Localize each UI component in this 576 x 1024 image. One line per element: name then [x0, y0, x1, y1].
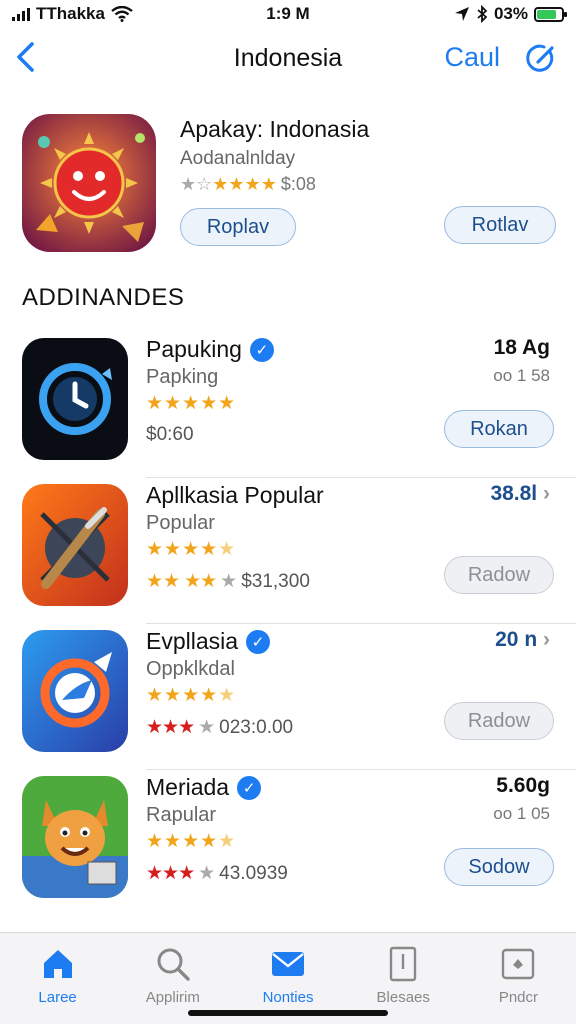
app-list: Papuking ✓ Papking ★★★★★ $0:60 18 Ag oo 1… [0, 332, 576, 916]
list-item[interactable]: Papuking ✓ Papking ★★★★★ $0:60 18 Ag oo 1… [0, 332, 576, 478]
list-item[interactable]: Meriada ✓ Rapular ★★★★★ ★★★ ★ 43.0939 5.60g… [0, 770, 576, 916]
app-size: 20 n › [495, 628, 550, 652]
featured-left-button[interactable]: Roplav [180, 208, 296, 246]
tab-label: Applirim [145, 989, 200, 1006]
app-time: oo 1 05 [493, 804, 550, 823]
app-icon-evpllasia [22, 630, 128, 752]
price-row: ★★ ★★ ★ $31,300 [146, 570, 310, 593]
app-icon-papuking [22, 338, 128, 460]
rating-stars-icon: ★★★ [146, 717, 195, 738]
status-time: 1:9 M [266, 4, 310, 23]
photo-icon [502, 948, 535, 980]
app-time: oo 1 58 [493, 366, 550, 385]
status-bar: TThakka 1:9 M 03% [0, 0, 576, 28]
app-size-label: 20 n [495, 628, 538, 651]
price-row: ★★★ ★ 023:0.00 [146, 716, 293, 739]
featured-app[interactable]: Apakay: Indonasia Aodanalnlday ★☆★★★★ $:… [22, 114, 556, 256]
app-price: $0:60 [146, 424, 194, 445]
featured-app-title: Apakay: Indonasia [180, 116, 370, 142]
home-indicator[interactable] [188, 1010, 388, 1016]
verified-badge-icon: ✓ [249, 337, 274, 362]
app-size: 38.8l › [490, 482, 550, 506]
price-row: ★★★ ★ 43.0939 [146, 862, 288, 885]
battery-icon [534, 6, 567, 22]
app-category: Popular [146, 512, 215, 534]
get-button[interactable]: Radow [444, 556, 554, 594]
section-header: ADDINANDES [22, 284, 185, 311]
app-category: Rapular [146, 804, 217, 826]
battery-level [537, 9, 557, 19]
star-rating-icon: ★★★★★ [146, 831, 237, 852]
app-category: Oppklkdal [146, 658, 235, 680]
app-icon-apllkasia [22, 484, 128, 606]
app-name: Papuking ✓ [146, 336, 274, 363]
get-button[interactable]: Sodow [444, 848, 554, 886]
chevron-right-icon: › [543, 482, 550, 505]
star-rating-icon: ★★★★★ [146, 393, 237, 414]
app-icon-meriada [22, 776, 128, 898]
star-empty-icon: ★ [220, 571, 238, 592]
home-icon [43, 950, 72, 978]
list-item[interactable]: Evpllasia ✓ Oppklkdal ★★★★★ ★★★ ★ 023:0.00 … [0, 624, 576, 770]
app-name-label: Papuking [146, 336, 242, 362]
app-name: Evpllasia ✓ [146, 628, 271, 655]
app-name-label: Evpllasia [146, 628, 239, 654]
chevron-right-icon: › [543, 628, 550, 651]
app-name-label: Meriada [146, 774, 230, 800]
featured-app-icon [22, 114, 156, 252]
app-price: $31,300 [241, 570, 310, 592]
compose-icon[interactable] [524, 42, 558, 76]
star-rating-icon: ★★★★★ [146, 685, 237, 706]
app-name: Apllkasia Popular [146, 482, 324, 509]
featured-app-price: $:08 [280, 174, 316, 194]
get-button[interactable]: Radow [444, 702, 554, 740]
star-empty-icon: ★ [198, 717, 216, 738]
nav-bar: Indonesia Caul [0, 34, 576, 84]
app-price: 023:0.00 [219, 716, 294, 738]
rating-stars-icon: ★★★ [146, 863, 195, 884]
rating-stars-icon: ★★ [146, 571, 181, 592]
tab-photos[interactable]: Pndcr [461, 933, 576, 1024]
rating-stars-icon: ★★ [184, 571, 217, 592]
featured-app-rating: ★☆★★★★ $:08 [180, 174, 316, 195]
tab-home[interactable]: Laree [0, 933, 115, 1024]
app-size-label: 38.8l [490, 482, 538, 505]
star-empty-icon: ★ [198, 863, 216, 884]
app-name-label: Apllkasia Popular [146, 482, 324, 508]
cancel-button[interactable]: Caul [444, 42, 500, 73]
app-category: Papking [146, 366, 219, 388]
app-price: 43.0939 [219, 862, 288, 884]
app-size: 5.60g [496, 774, 550, 797]
tab-label: Nonties [262, 989, 314, 1006]
search-icon [157, 948, 190, 981]
verified-badge-icon: ✓ [246, 629, 271, 654]
featured-app-subtitle: Aodanalnlday [180, 148, 296, 169]
document-icon [390, 946, 417, 982]
star-rating-icon: ★★★★★ [146, 539, 237, 560]
get-button[interactable]: Rokan [444, 410, 554, 448]
featured-right-button[interactable]: Rotlav [444, 206, 556, 244]
tab-label: Blesaes [376, 989, 430, 1006]
app-size: 18 Ag [493, 336, 550, 359]
verified-badge-icon: ✓ [237, 775, 262, 800]
list-item[interactable]: Apllkasia Popular Popular ★★★★★ ★★ ★★ ★ $31… [0, 478, 576, 624]
mail-icon [272, 952, 304, 976]
tab-label: Laree [38, 989, 77, 1006]
app-name: Meriada ✓ [146, 774, 262, 801]
star-rating-icon: ★☆★★★★ [180, 174, 277, 194]
tab-label: Pndcr [498, 989, 538, 1006]
